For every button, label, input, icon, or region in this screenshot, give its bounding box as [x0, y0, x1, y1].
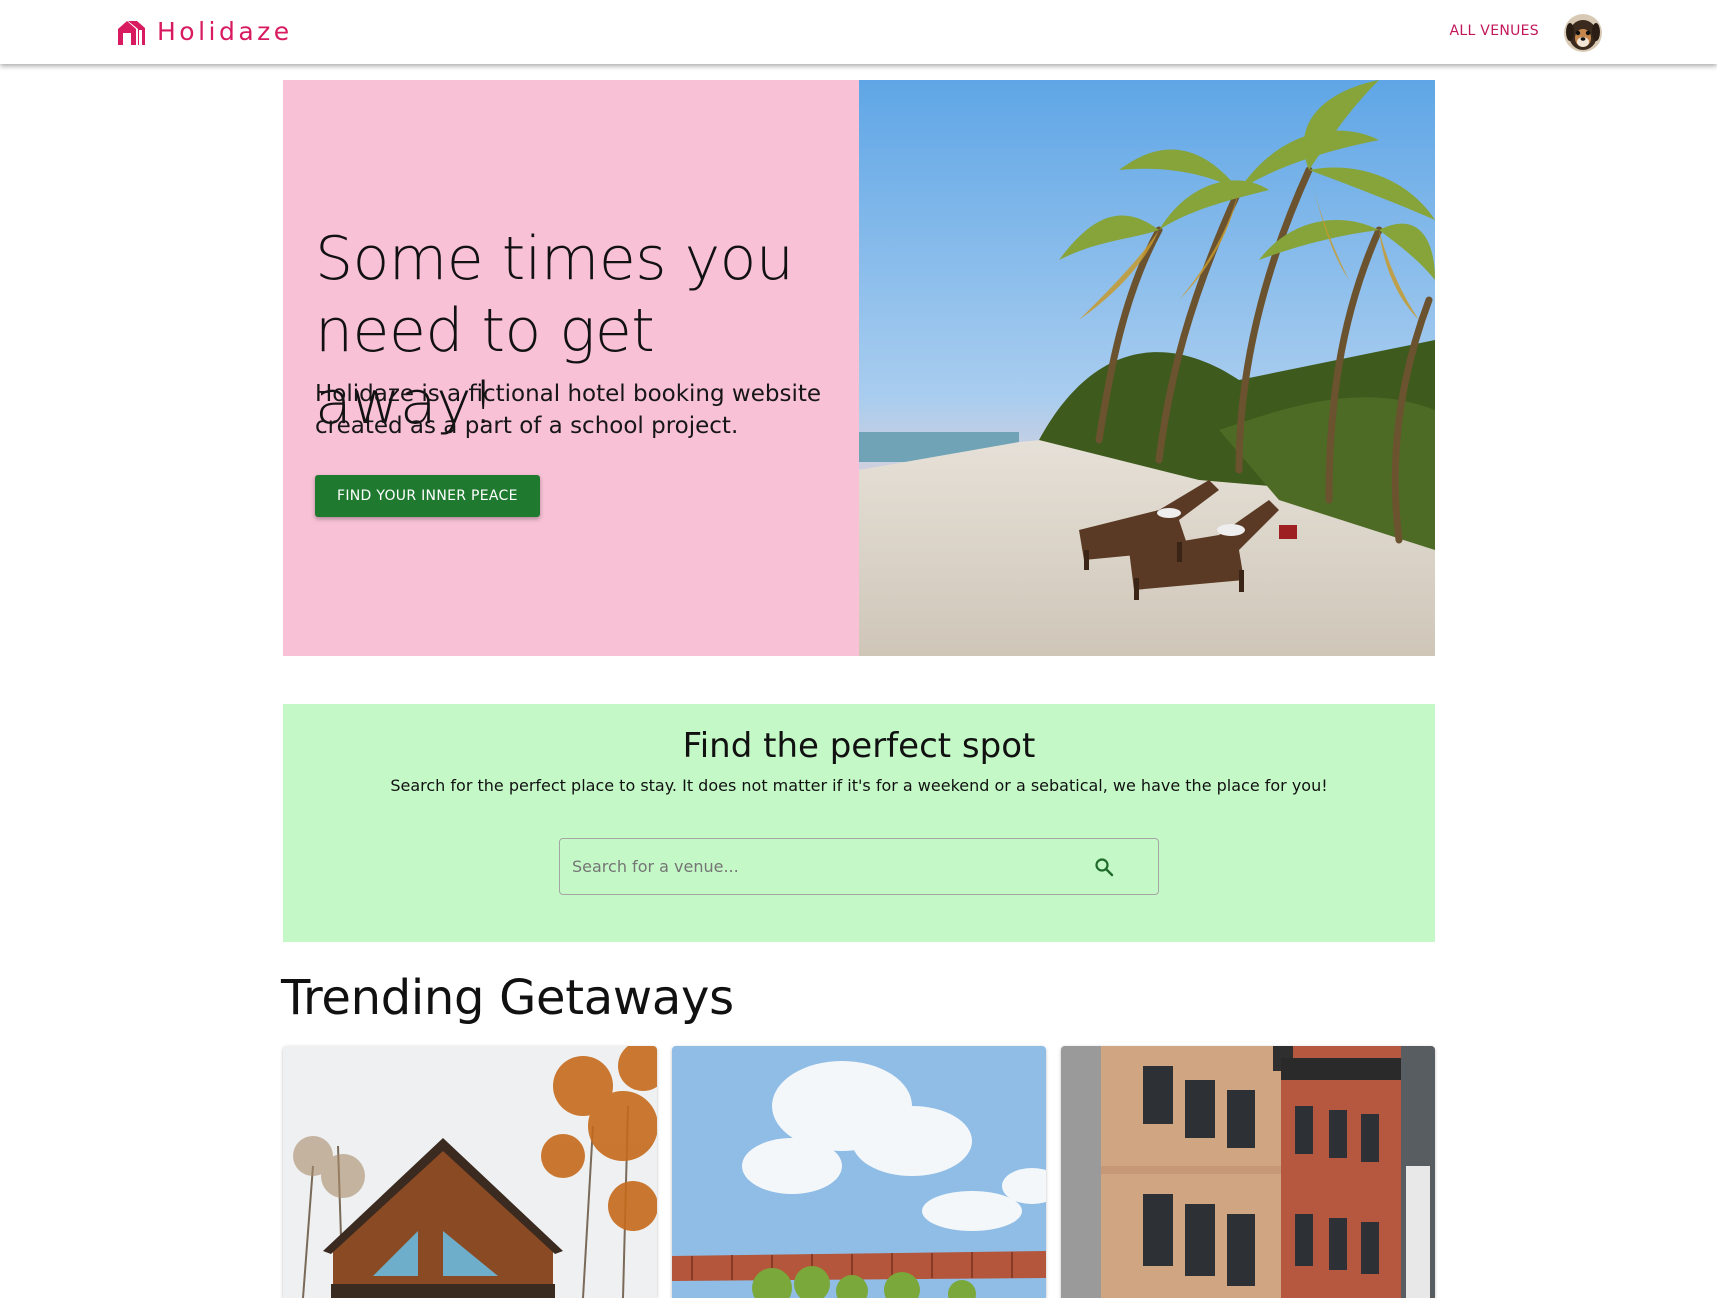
top-app-bar: Holidaze ALL VENUES — [0, 0, 1717, 64]
search-icon[interactable] — [1092, 855, 1116, 879]
hero-beach-image — [859, 80, 1435, 656]
brand-logo-link[interactable]: Holidaze — [116, 17, 293, 46]
villa-venue-image — [672, 1046, 1046, 1298]
cabin-venue-image — [283, 1046, 657, 1298]
brand-name: Holidaze — [157, 17, 293, 46]
hero-text-panel: Some times you need to get away! Holidaz… — [283, 80, 859, 656]
search-section: Find the perfect spot Search for the per… — [283, 704, 1435, 942]
search-description: Search for the perfect place to stay. It… — [390, 776, 1328, 795]
nav-all-venues-link[interactable]: ALL VENUES — [1449, 23, 1539, 39]
townhouse-venue-image — [1061, 1046, 1435, 1298]
hero-subtitle: Holidaze is a fictional hotel booking we… — [315, 381, 822, 439]
trending-title: Trending Getaways — [281, 970, 734, 1026]
venue-card[interactable] — [283, 1046, 657, 1298]
dog-avatar-image — [1564, 14, 1602, 52]
venue-card[interactable] — [672, 1046, 1046, 1298]
find-inner-peace-button[interactable]: FIND YOUR INNER PEACE — [315, 475, 540, 517]
hero-section: Some times you need to get away! Holidaz… — [283, 80, 1435, 656]
search-title: Find the perfect spot — [682, 726, 1036, 766]
venue-card[interactable] — [1061, 1046, 1435, 1298]
trending-card-list — [283, 1046, 1435, 1298]
search-field — [559, 838, 1159, 895]
user-avatar[interactable] — [1564, 14, 1602, 52]
house-logo-icon — [118, 20, 145, 45]
search-input[interactable] — [572, 839, 1072, 894]
